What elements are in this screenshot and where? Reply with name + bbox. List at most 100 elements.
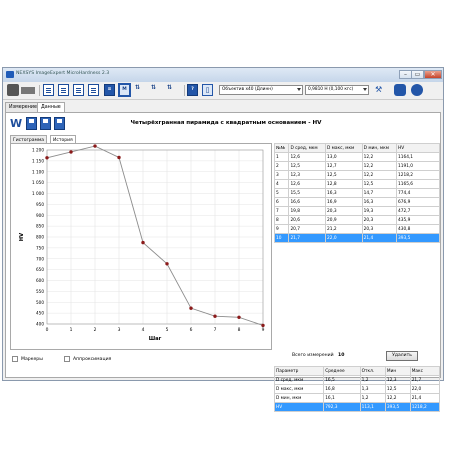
measurements-table-wrap: №№ D сред, мкм D макс, мкм D мин, мкм HV… [273, 143, 440, 243]
x-tick-label: 9 [262, 327, 265, 333]
close-button[interactable]: ✕ [424, 70, 442, 79]
table-cell: 12,8 [324, 179, 363, 189]
count-text: Всего измерений [292, 353, 334, 358]
table-cell: D сред, мкм [273, 375, 325, 385]
table-cell: 774,4 [396, 188, 440, 198]
table-cell: 1,2 [359, 375, 386, 385]
camera-icon[interactable] [7, 84, 19, 96]
table-cell: 113,1 [359, 402, 386, 412]
table-cell: 20,3 [361, 215, 398, 225]
table-row[interactable]: 9 20,7 21,2 20,3 430,8 [273, 224, 440, 234]
y-tick-label: 1 000 [32, 191, 44, 196]
delete-button[interactable]: Удалить [386, 351, 418, 361]
table-row[interactable]: D мин, мкм 16,1 1,2 12,2 21,4 [273, 393, 441, 403]
table-row[interactable]: D макс, мкм 16,8 1,3 12,5 22,0 [273, 384, 441, 394]
table-cell: 16,3 [361, 197, 398, 207]
table-row[interactable]: 6 16,6 16,9 16,3 676,9 [273, 197, 440, 207]
table-row[interactable]: 7 19,8 20,3 19,3 472,7 [273, 206, 440, 216]
y-tick-label: 800 [36, 235, 44, 240]
measure-last-icon[interactable]: ⇅ [167, 84, 178, 96]
save-icon[interactable] [40, 117, 51, 130]
list-icon[interactable]: ≡ [104, 84, 115, 96]
objective-select[interactable]: Объектив x40 (Длинн) [219, 85, 303, 95]
document-icon[interactable] [88, 84, 99, 96]
table-cell: 12,6 [288, 152, 326, 162]
data-point [45, 156, 49, 160]
table-row[interactable]: D сред, мкм 16,5 1,2 12,3 21,7 [273, 375, 441, 385]
table-cell: 4 [273, 179, 290, 189]
table-cell: 12,5 [324, 170, 363, 180]
tab-measurement[interactable]: Измерение [5, 102, 41, 112]
y-tick-label: 650 [36, 267, 44, 272]
ruler-icon[interactable] [394, 84, 406, 96]
table-cell: 19,8 [288, 206, 326, 216]
x-tick-label: 0 [46, 327, 49, 333]
table-cell: 435,9 [396, 215, 440, 225]
table-row[interactable]: 2 12,5 12,7 12,2 1191,0 [273, 161, 440, 171]
x-tick-label: 1 [70, 327, 73, 333]
table-cell: 15,5 [288, 188, 326, 198]
table-cell: 1,3 [359, 384, 386, 394]
scanner-icon[interactable] [21, 87, 35, 94]
wrench-icon[interactable]: ⚒ [375, 84, 386, 96]
measure-icon[interactable]: M [118, 83, 131, 97]
table-row[interactable]: 1 12,6 13,0 12,2 1164,1 [273, 152, 440, 162]
table-cell: 6 [273, 197, 290, 207]
table-row[interactable]: 5 15,5 16,3 14,7 774,4 [273, 188, 440, 198]
table-cell: 5 [273, 188, 290, 198]
table-cell: 1,2 [359, 393, 386, 403]
markers-checkbox[interactable] [12, 356, 18, 362]
column-header[interactable]: №№ [273, 143, 290, 153]
table-cell: 22,0 [409, 384, 441, 394]
measure-auto-icon[interactable]: ⇅ [135, 84, 146, 96]
document-icon[interactable] [43, 84, 54, 96]
column-header[interactable]: D макс, мкм [324, 143, 363, 153]
measure-next-icon[interactable]: ⇅ [151, 84, 162, 96]
pointer-icon[interactable]: ▯ [202, 84, 213, 96]
x-tick-label: 5 [166, 327, 169, 333]
table-cell: 13,0 [324, 152, 363, 162]
history-chart: 4004505005506006507007508008509009501 00… [19, 144, 265, 342]
count-label: Всего измерений 10 [292, 353, 344, 358]
save-icon[interactable] [26, 117, 37, 130]
title-bar: NEXSYS ImageExpert MicroHardness 2.3 – ▭… [3, 68, 443, 82]
statistics-table: Параметр Среднее Откл. Мин Макс D сред, … [273, 366, 441, 412]
table-cell: 16,6 [288, 197, 326, 207]
maximize-button[interactable]: ▭ [411, 70, 424, 79]
word-export-icon[interactable]: W [10, 117, 22, 130]
table-row[interactable]: 4 12,6 12,8 12,5 1165,6 [273, 179, 440, 189]
chart-area: 400 450 500 550 600 650 700 750 800 850 900 950 1 00… [10, 143, 272, 350]
lens-icon[interactable] [411, 84, 423, 96]
column-header[interactable]: D мин, мкм [361, 143, 398, 153]
save-icon[interactable] [54, 117, 65, 130]
table-cell: 10 [273, 233, 290, 243]
table-cell: 472,7 [396, 206, 440, 216]
table-cell: HV [273, 402, 325, 412]
table-cell: 2 [273, 161, 290, 171]
help-icon[interactable]: ? [187, 84, 198, 96]
table-cell: 12,2 [384, 393, 411, 403]
column-header[interactable]: D сред, мкм [288, 143, 326, 153]
load-select[interactable]: 0,9810 Н (0,100 кгс) [305, 85, 369, 95]
y-tick-label: 450 [36, 311, 44, 316]
column-header[interactable]: HV [396, 143, 440, 153]
document-icon[interactable] [58, 84, 69, 96]
table-row[interactable]: 3 12,3 12,5 12,2 1218,2 [273, 170, 440, 180]
column-header: Макс [409, 366, 441, 376]
table-cell: 393,5 [384, 402, 411, 412]
data-point [69, 150, 73, 154]
table-cell: 1165,6 [396, 179, 440, 189]
table-cell: 22,0 [324, 233, 363, 243]
y-tick-label: 500 [36, 300, 44, 305]
table-cell: 20,9 [324, 215, 363, 225]
data-point [117, 155, 121, 160]
y-axis-label: HV [19, 233, 25, 241]
statistics-table-wrap: Параметр Среднее Откл. Мин Макс D сред, … [273, 366, 441, 412]
measurements-table: №№ D сред, мкм D макс, мкм D мин, мкм HV… [273, 143, 440, 243]
column-header: Мин [384, 366, 411, 376]
table-row[interactable]: 8 20,6 20,9 20,3 435,9 [273, 215, 440, 225]
table-row[interactable]: 10 21,7 22,0 21,4 393,5 [273, 233, 440, 243]
document-icon[interactable] [73, 84, 84, 96]
approximation-checkbox[interactable] [64, 356, 70, 362]
table-row[interactable]: HV 792,3 113,1 393,5 1218,2 [273, 402, 441, 412]
